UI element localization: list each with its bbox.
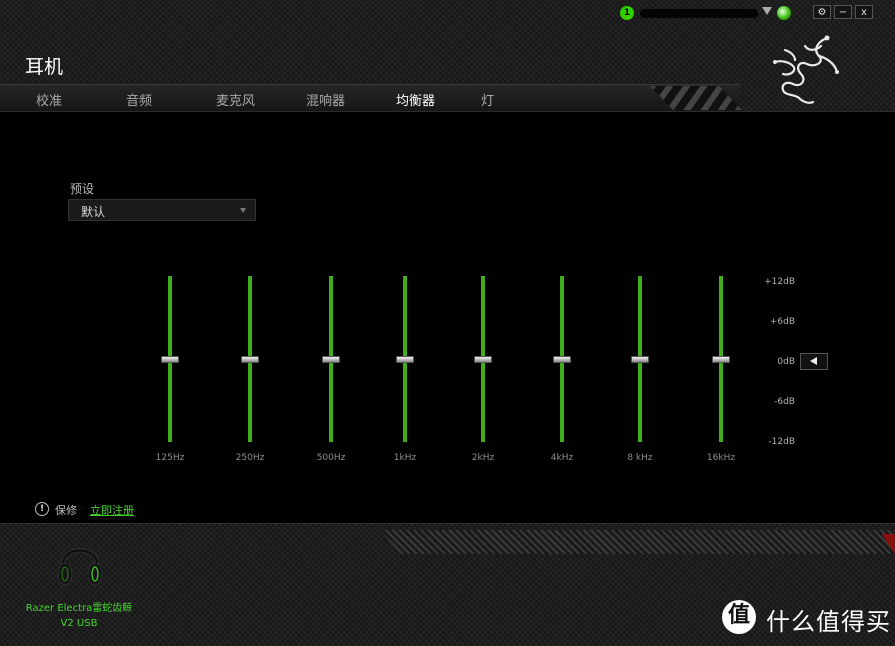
account-dropdown-icon[interactable] — [762, 7, 772, 15]
chevron-down-icon — [240, 208, 246, 213]
eq-slider-thumb[interactable] — [474, 356, 492, 363]
eq-band-2khz: 2kHz — [453, 276, 513, 466]
eq-band-125hz: 125Hz — [140, 276, 200, 466]
eq-band-label: 500Hz — [316, 453, 346, 463]
eq-band-label: 4kHz — [550, 453, 574, 463]
eq-band-250hz: 250Hz — [220, 276, 280, 466]
device-name-line1: Razer Electra雷蛇齿鲸 — [25, 603, 133, 614]
eq-band-label: 1kHz — [393, 453, 417, 463]
eq-slider-thumb[interactable] — [322, 356, 340, 363]
header-divider — [0, 111, 895, 112]
device-name[interactable]: Razer Electra雷蛇齿鲸 V2 USB — [0, 601, 158, 631]
eq-band-label: 2kHz — [471, 453, 495, 463]
eq-slider-thumb[interactable] — [241, 356, 259, 363]
device-name-line2: V2 USB — [60, 618, 98, 629]
eq-band-500hz: 500Hz — [301, 276, 361, 466]
preset-dropdown[interactable]: 默认 — [68, 199, 256, 221]
razer-logo-icon — [773, 35, 839, 104]
tab-audio[interactable]: 音频 — [126, 90, 152, 109]
online-status-icon[interactable] — [777, 6, 791, 20]
eq-slider-thumb[interactable] — [631, 356, 649, 363]
eq-band-1khz: 1kHz — [375, 276, 435, 466]
settings-button[interactable]: ⚙ — [813, 5, 831, 19]
footer-stripe-decoration — [380, 530, 895, 554]
tab-microphone[interactable]: 麦克风 — [216, 90, 255, 109]
db-scale-label: 0dB — [777, 357, 795, 367]
eq-band-label: 16kHz — [706, 453, 736, 463]
close-button[interactable]: x — [855, 5, 873, 19]
notification-badge[interactable]: 1 — [620, 6, 634, 20]
minimize-button[interactable]: − — [834, 5, 852, 19]
tab-calibration[interactable]: 校准 — [36, 90, 62, 109]
db-scale-label: -12dB — [768, 437, 795, 447]
headset-icon[interactable] — [55, 534, 105, 590]
eq-band-label: 125Hz — [155, 453, 185, 463]
watermark-badge-icon: 值 — [722, 600, 756, 634]
eq-band-8khz: 8 kHz — [610, 276, 670, 466]
page-title: 耳机 — [25, 56, 64, 78]
eq-slider-thumb[interactable] — [396, 356, 414, 363]
tab-bar: 校准 音频 麦克风 混响器 均衡器 灯 — [0, 84, 740, 111]
watermark-text: 什么值得买 — [766, 608, 891, 636]
tab-mixer[interactable]: 混响器 — [306, 90, 345, 109]
tab-equalizer[interactable]: 均衡器 — [396, 90, 435, 109]
zero-db-marker-button[interactable] — [800, 353, 828, 370]
triangle-left-icon — [810, 357, 817, 365]
info-icon: ! — [35, 502, 49, 516]
eq-band-label: 8 kHz — [627, 453, 653, 463]
preset-value: 默认 — [81, 205, 106, 219]
eq-band-label: 250Hz — [235, 453, 265, 463]
warranty-label: 保修 — [55, 504, 77, 517]
eq-slider-thumb[interactable] — [712, 356, 730, 363]
register-now-link[interactable]: 立即注册 — [90, 502, 134, 518]
tab-lighting[interactable]: 灯 — [481, 90, 494, 109]
db-scale-label: +6dB — [769, 317, 795, 327]
preset-label: 预设 — [70, 182, 95, 196]
eq-slider-thumb[interactable] — [161, 356, 179, 363]
account-bar[interactable]: 1 — [620, 5, 800, 21]
eq-slider-thumb[interactable] — [553, 356, 571, 363]
account-name-redacted — [640, 9, 758, 18]
eq-band-16khz: 16kHz — [691, 276, 751, 466]
db-scale-label: -6dB — [774, 397, 795, 407]
db-scale-label: +12dB — [764, 277, 795, 287]
eq-band-4khz: 4kHz — [532, 276, 592, 466]
